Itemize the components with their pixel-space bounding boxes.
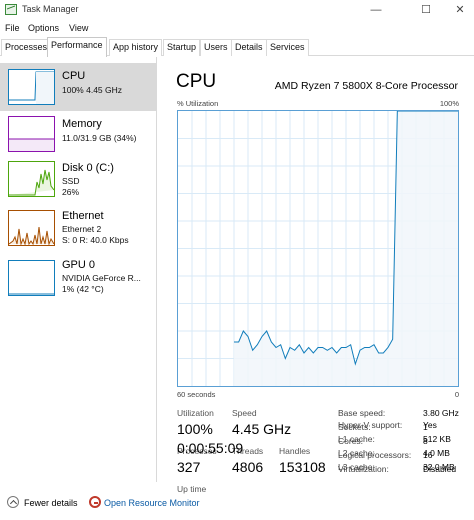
sidebar-ethernet-title: Ethernet: [62, 210, 104, 222]
menu-view[interactable]: View: [69, 23, 88, 33]
speed-value: 4.45 GHz: [232, 421, 292, 437]
spec-label: L3 cache:: [338, 462, 375, 472]
footer-bar: Fewer details Open Resource Monitor: [0, 490, 474, 520]
menu-bar: File Options View: [0, 20, 474, 37]
spec-label: L2 cache:: [338, 448, 375, 458]
time-axis-label: 60 seconds: [177, 390, 216, 399]
sidebar-memory-title: Memory: [62, 118, 102, 130]
memory-thumbnail-svg: [9, 138, 54, 151]
ethernet-thumbnail-graph: [8, 210, 55, 246]
sidebar-memory-usage: 11.0/31.9 GB (34%): [62, 133, 137, 143]
utilization-min-label: 0: [454, 390, 459, 399]
speed-label: Speed: [232, 408, 257, 418]
cpu-detail-panel: CPU AMD Ryzen 7 5800X 8-Core Processor %…: [158, 57, 474, 494]
sidebar-gpu-name: NVIDIA GeForce R...: [62, 273, 141, 283]
sidebar-ethernet-throughput: S: 0 R: 40.0 Kbps: [62, 235, 129, 245]
tab-performance[interactable]: Performance: [47, 37, 107, 57]
menu-file[interactable]: File: [5, 23, 20, 33]
open-resource-monitor-link[interactable]: Open Resource Monitor: [104, 498, 200, 508]
spec-label: Hyper-V support:: [338, 420, 403, 430]
window-title: Task Manager: [22, 4, 79, 14]
resource-sidebar: CPU 100% 4.45 GHz Memory 11.0/31.9 GB (3…: [0, 57, 157, 482]
utilization-value: 100%: [177, 421, 213, 437]
resource-monitor-icon[interactable]: [89, 496, 101, 508]
cpu-utilization-chart: [178, 110, 458, 386]
gpu-thumbnail-svg: [9, 293, 54, 295]
tab-app-history[interactable]: App history: [109, 39, 163, 56]
tab-processes[interactable]: Processes: [1, 39, 52, 56]
maximize-button[interactable]: ☐: [412, 0, 440, 20]
utilization-max-label: 100%: [439, 99, 459, 108]
close-button[interactable]: ✕: [446, 0, 474, 20]
ethernet-thumbnail-svg: [9, 226, 54, 245]
spec-value: 3.80 GHz: [423, 408, 459, 418]
cpu-model-name: AMD Ryzen 7 5800X 8-Core Processor: [274, 80, 458, 92]
page-title: CPU: [176, 71, 217, 92]
spec-label: Base speed:: [338, 408, 386, 418]
disk-thumbnail-graph: [8, 161, 55, 197]
disk-thumbnail-svg: [9, 169, 54, 196]
sidebar-disk-type: SSD: [62, 176, 80, 186]
processes-value: 327: [177, 459, 201, 475]
sidebar-cpu-usage: 100% 4.45 GHz: [62, 85, 123, 95]
cpu-utilization-graph: [177, 110, 459, 387]
gpu-thumbnail-graph: [8, 260, 55, 296]
tab-startup[interactable]: Startup: [163, 39, 201, 56]
tab-services[interactable]: Services: [266, 39, 309, 56]
sidebar-disk-usage: 26%: [62, 187, 80, 197]
sidebar-item-memory[interactable]: Memory 11.0/31.9 GB (34%): [0, 111, 157, 159]
sidebar-ethernet-adapter: Ethernet 2: [62, 224, 102, 234]
sidebar-item-disk[interactable]: Disk 0 (C:) SSD 26%: [0, 158, 157, 206]
task-manager-icon: [5, 4, 17, 15]
handles-value: 153108: [279, 459, 326, 475]
utilization-label: Utilization: [177, 408, 214, 418]
tab-bar: Processes Performance App history Startu…: [0, 37, 474, 57]
uptime-value: 0:00:55:09: [177, 440, 244, 456]
tab-details[interactable]: Details: [231, 39, 267, 56]
spec-value: Yes: [423, 420, 437, 430]
spec-value: 4.0 MB: [423, 448, 450, 458]
fewer-details-link[interactable]: Fewer details: [24, 498, 78, 508]
utilization-axis-label: % Utilization: [177, 99, 219, 108]
title-bar[interactable]: Task Manager — ☐ ✕: [0, 0, 474, 20]
sidebar-cpu-title: CPU: [62, 70, 86, 82]
sidebar-gpu-usage: 1% (42 °C): [62, 284, 104, 294]
ethernet-thumb-line: [9, 226, 54, 245]
chevron-up-icon[interactable]: [7, 496, 19, 508]
sidebar-item-cpu[interactable]: CPU 100% 4.45 GHz: [0, 63, 157, 111]
menu-options[interactable]: Options: [28, 23, 59, 33]
sidebar-item-gpu[interactable]: GPU 0 NVIDIA GeForce R... 1% (42 °C): [0, 255, 157, 303]
cpu-thumbnail-svg: [9, 71, 54, 104]
disk-thumb-line: [9, 169, 54, 196]
spec-label: L1 cache:: [338, 434, 375, 444]
handles-label: Handles: [279, 446, 311, 456]
memory-thumbnail-graph: [8, 116, 55, 152]
spec-value: 32.0 MB: [423, 462, 455, 472]
tab-users[interactable]: Users: [200, 39, 232, 56]
sidebar-disk-title: Disk 0 (C:): [62, 162, 114, 174]
spec-value: 512 KB: [423, 434, 451, 444]
sidebar-item-ethernet[interactable]: Ethernet Ethernet 2 S: 0 R: 40.0 Kbps: [0, 206, 157, 254]
minimize-button[interactable]: —: [362, 0, 390, 20]
sidebar-gpu-title: GPU 0: [62, 259, 96, 271]
cpu-thumbnail-graph: [8, 69, 55, 105]
threads-value: 4806: [232, 459, 264, 475]
